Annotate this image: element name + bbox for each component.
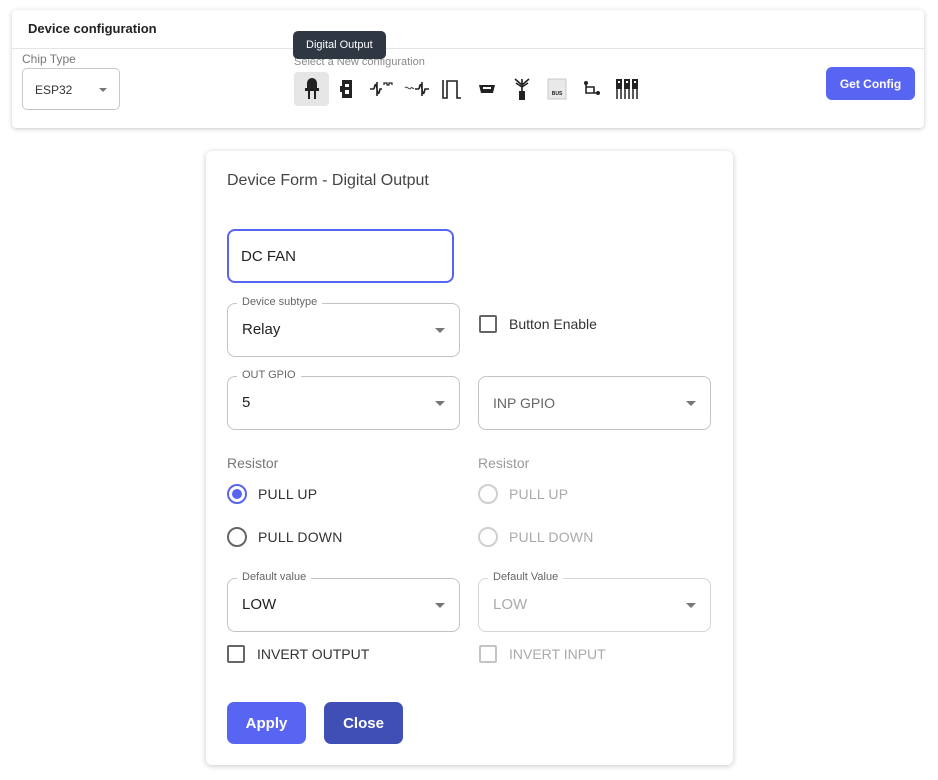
checkbox-box[interactable] [479,315,497,333]
analog-input-icon [404,82,429,96]
digital-output-icon [304,78,319,99]
pull-down-radio-output[interactable]: PULL DOWN [227,527,343,547]
chip-type-value: ESP32 [35,83,73,97]
default-value-output: LOW [242,596,277,613]
tooltip: Digital Output [293,31,386,59]
pull-down-label: PULL DOWN [509,529,594,545]
device-subtype-legend: Device subtype [237,296,323,308]
panel-divider [12,48,924,49]
pwm-output-button[interactable] [364,72,399,106]
out-gpio-legend: OUT GPIO [237,369,301,381]
checkbox-box[interactable] [227,645,245,663]
pull-down-label: PULL DOWN [258,529,343,545]
button-enable-checkbox[interactable]: Button Enable [479,315,597,333]
digital-input-button[interactable] [329,72,364,106]
checkbox-box [479,645,497,663]
serial-module-button[interactable] [469,72,504,106]
apply-button[interactable]: Apply [227,702,306,744]
device-configuration-panel: Device configuration Chip Type ESP32 Sel… [12,10,924,128]
resistor-label-input: Resistor [478,455,530,471]
pulse-icon [441,80,461,99]
inp-gpio-placeholder: INP GPIO [493,395,555,411]
pull-up-radio-output[interactable]: PULL UP [227,484,317,504]
device-name-input[interactable] [227,229,454,283]
invert-input-label: INVERT INPUT [509,646,606,662]
antenna-button[interactable] [504,72,539,106]
bus-button[interactable]: BUS [539,72,574,106]
device-type-icon-bar: BUS [294,72,644,106]
radio-checked-icon[interactable] [227,484,247,504]
chevron-down-icon [435,603,445,608]
out-gpio-value: 5 [242,394,251,411]
default-value-legend: Default Value [488,571,564,583]
get-config-button[interactable]: Get Config [826,67,915,100]
chip-type-label: Chip Type [22,52,76,66]
pull-up-label: PULL UP [258,486,318,502]
connection-icon [583,81,600,95]
invert-output-checkbox[interactable]: INVERT OUTPUT [227,645,369,663]
out-gpio-select[interactable]: OUT GPIO 5 [227,369,460,430]
inp-gpio-select[interactable]: INP GPIO [478,376,711,430]
device-subtype-value: Relay [242,321,281,338]
form-title: Device Form - Digital Output [227,172,429,189]
chevron-down-icon [686,401,696,406]
chevron-down-icon [99,88,107,92]
resistor-label-output: Resistor [227,455,279,471]
serial-module-icon [478,85,495,93]
device-form: Device Form - Digital Output Device subt… [206,151,733,765]
panel-title: Device configuration [28,21,157,36]
bus-icon: BUS [547,78,566,100]
pull-up-label: PULL UP [509,486,569,502]
button-enable-label: Button Enable [509,316,597,332]
antenna-icon [513,78,530,100]
chevron-down-icon [435,328,445,333]
pwm-output-icon [369,82,393,96]
digital-output-button[interactable] [294,72,329,106]
pulse-button[interactable] [434,72,469,106]
pull-down-radio-input: PULL DOWN [478,527,594,547]
radio-unchecked-icon [478,484,498,504]
connection-button[interactable] [574,72,609,106]
chevron-down-icon [686,603,696,608]
invert-input-checkbox: INVERT INPUT [479,645,606,663]
digital-input-icon [339,80,352,98]
chevron-down-icon [435,401,445,406]
default-value-input-select: Default Value LOW [478,571,711,632]
multi-sensor-button[interactable] [609,72,644,106]
default-value-output-select[interactable]: Default value LOW [227,571,460,632]
multi-sensor-icon [615,79,638,99]
default-value-legend: Default value [237,571,312,583]
analog-input-button[interactable] [399,72,434,106]
close-button[interactable]: Close [324,702,403,744]
default-value-input: LOW [493,596,528,613]
radio-unchecked-icon [478,527,498,547]
device-subtype-select[interactable]: Device subtype Relay [227,296,460,357]
pull-up-radio-input: PULL UP [478,484,568,504]
invert-output-label: INVERT OUTPUT [257,646,370,662]
svg-text:BUS: BUS [551,91,562,97]
chip-type-select[interactable]: ESP32 [22,68,120,110]
radio-unchecked-icon[interactable] [227,527,247,547]
